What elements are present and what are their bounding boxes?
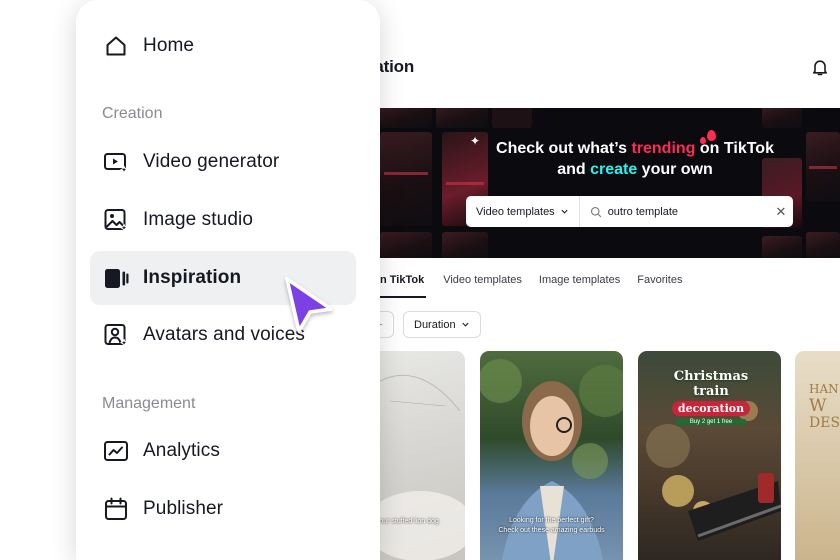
sidebar-item-label: Home bbox=[143, 35, 195, 56]
image-sparkle-icon bbox=[103, 207, 129, 233]
pointer-cursor-icon bbox=[285, 277, 333, 333]
tab-image-templates[interactable]: Image templates bbox=[539, 268, 620, 298]
sidebar-item-image-studio[interactable]: Image studio bbox=[90, 193, 356, 247]
close-icon[interactable]: ✕ bbox=[769, 204, 793, 220]
search-input[interactable]: outro template ✕ bbox=[580, 196, 793, 227]
inspiration-icon bbox=[103, 265, 129, 291]
section-title-creation: Creation bbox=[102, 105, 163, 122]
template-type-value: Video templates bbox=[476, 205, 555, 218]
sidebar-item-label: Analytics bbox=[143, 440, 220, 461]
sidebar-item-label: Publisher bbox=[143, 498, 224, 519]
chevron-down-icon bbox=[461, 322, 469, 327]
sidebar-item-label: Inspiration bbox=[143, 267, 242, 288]
card-caption: Check out these amazing earbuds bbox=[498, 527, 605, 534]
card-caption: Looking for the perfect gift? bbox=[509, 517, 594, 524]
template-search-bar: Video templates outro template ✕ bbox=[466, 196, 793, 227]
tab-video-templates[interactable]: Video templates bbox=[443, 268, 522, 298]
inspiration-tabs: n TikTok Video templates Image templates… bbox=[380, 268, 699, 298]
sidebar-item-label: Video generator bbox=[143, 151, 280, 172]
search-value: outro template bbox=[607, 205, 679, 218]
card-title: Christmas train bbox=[673, 369, 749, 399]
video-card[interactable]: Looking for the perfect gift? Check out … bbox=[480, 351, 623, 560]
avatar-sparkle-icon bbox=[103, 322, 129, 348]
sidebar-item-publisher[interactable]: Publisher bbox=[90, 482, 356, 536]
sidebar-item-label: Image studio bbox=[143, 209, 253, 230]
video-sparkle-icon bbox=[103, 149, 129, 175]
tab-on-tiktok[interactable]: n TikTok bbox=[380, 268, 427, 298]
card-caption: n your stuffed lion dog bbox=[370, 518, 439, 525]
tab-favorites[interactable]: Favorites bbox=[637, 268, 682, 298]
search-icon bbox=[590, 206, 601, 217]
video-card[interactable]: Christmas train decoration Buy 2 get 1 f… bbox=[638, 351, 781, 560]
card-text-line: DES bbox=[809, 415, 840, 431]
analytics-icon bbox=[103, 438, 129, 464]
card-title-badge: decoration bbox=[671, 401, 751, 416]
banner-headline: Check out what’s trending on TikTok and … bbox=[496, 140, 774, 178]
chevron-down-icon bbox=[561, 209, 568, 214]
bell-icon[interactable] bbox=[810, 57, 830, 77]
home-icon bbox=[103, 33, 129, 59]
trending-banner: ✦ Check out what’s trending on TikTok an… bbox=[380, 108, 840, 258]
card-subtitle: Buy 2 get 1 free bbox=[676, 419, 746, 425]
template-type-select[interactable]: Video templates bbox=[466, 196, 580, 227]
card-text: HAN W DES bbox=[809, 381, 840, 432]
card-text-line: W bbox=[809, 396, 827, 416]
card-title-block: Christmas train decoration Buy 2 get 1 f… bbox=[656, 369, 766, 425]
calendar-icon bbox=[103, 496, 129, 522]
section-title-management: Management bbox=[102, 395, 196, 412]
sidebar-item-video-generator[interactable]: Video generator bbox=[90, 135, 356, 189]
video-card[interactable]: HAN W DES bbox=[795, 351, 840, 560]
sidebar-item-analytics[interactable]: Analytics bbox=[90, 424, 356, 478]
duration-filter-label: Duration bbox=[414, 318, 456, 331]
duration-filter[interactable]: Duration bbox=[403, 311, 481, 338]
sidebar-item-home[interactable]: Home bbox=[90, 19, 356, 73]
